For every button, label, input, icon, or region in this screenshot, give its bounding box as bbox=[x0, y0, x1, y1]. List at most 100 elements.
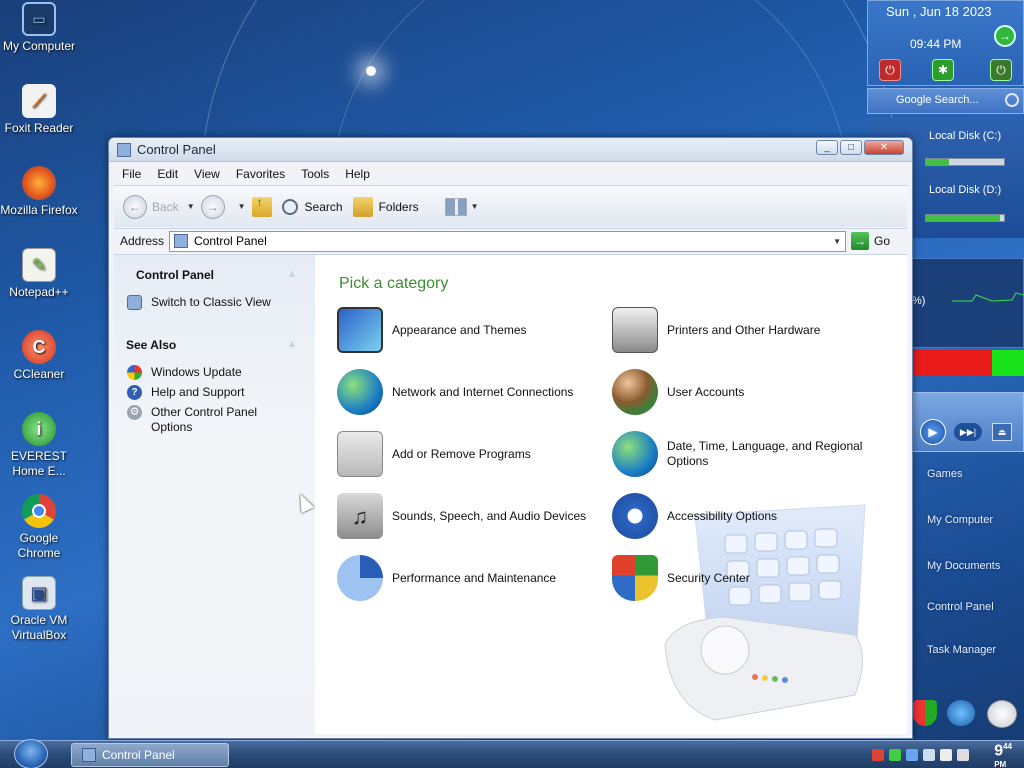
up-folder-button[interactable]: ↑ bbox=[251, 195, 272, 217]
launcher-item-my-documents[interactable]: My Documents bbox=[927, 560, 1000, 572]
desktop-icon-label: CCleaner bbox=[13, 367, 65, 381]
address-label: Address bbox=[120, 234, 165, 248]
category-printers-hardware[interactable]: Printers and Other Hardware bbox=[612, 307, 820, 353]
play-button[interactable]: ▶ bbox=[920, 419, 946, 445]
switch-classic-view-link[interactable]: Switch to Classic View bbox=[127, 295, 271, 310]
launcher-item-games[interactable]: Games bbox=[927, 468, 962, 480]
category-accessibility[interactable]: Accessibility Options bbox=[612, 493, 777, 539]
google-search-input[interactable]: Google Search... bbox=[896, 94, 979, 106]
pick-category-heading: Pick a category bbox=[339, 275, 449, 292]
forward-arrow-icon: → bbox=[200, 194, 225, 219]
search-button[interactable]: Search bbox=[281, 198, 343, 215]
back-dropdown-icon[interactable]: ▼ bbox=[187, 202, 195, 211]
search-label: Search bbox=[304, 199, 343, 214]
google-search-gadget[interactable]: Google Search... bbox=[867, 88, 1024, 114]
network-tray-icon[interactable] bbox=[947, 700, 975, 726]
category-date-time-language[interactable]: Date, Time, Language, and Regional Optio… bbox=[612, 431, 882, 477]
desktop-icon-label: Mozilla Firefox bbox=[0, 203, 78, 217]
category-label: Sounds, Speech, and Audio Devices bbox=[392, 508, 587, 523]
launcher-item-task-manager[interactable]: Task Manager bbox=[927, 644, 996, 656]
desktop-icon-my-computer[interactable]: ▭ My Computer bbox=[0, 2, 78, 54]
sidebar-date: Sun , Jun 18 2023 bbox=[886, 4, 992, 19]
address-field[interactable]: Control Panel ▼ bbox=[169, 230, 847, 252]
arrow-right-icon[interactable]: → bbox=[994, 25, 1016, 47]
category-security-center[interactable]: Security Center bbox=[612, 555, 750, 601]
start-button[interactable] bbox=[14, 739, 48, 768]
views-button[interactable]: ▼ bbox=[444, 197, 485, 216]
address-bar: Address Control Panel ▼ → Go bbox=[114, 228, 907, 253]
desktop-icon-everest[interactable]: i EVEREST Home E... bbox=[0, 412, 78, 479]
menu-edit[interactable]: Edit bbox=[149, 167, 186, 181]
go-button[interactable]: → Go bbox=[851, 232, 890, 250]
forward-dropdown-icon[interactable]: ▼ bbox=[238, 202, 246, 211]
windows-update-label: Windows Update bbox=[151, 365, 242, 379]
users-icon bbox=[612, 369, 658, 415]
shield-tray-icon[interactable] bbox=[872, 749, 884, 761]
desktop-icon-chrome[interactable]: Google Chrome bbox=[0, 494, 78, 561]
windows-update-icon bbox=[127, 365, 142, 380]
disk-c-label: Local Disk (C:) bbox=[929, 130, 1002, 142]
menu-help[interactable]: Help bbox=[337, 167, 378, 181]
desktop-icon-label: Google Chrome bbox=[17, 531, 61, 560]
category-sounds-speech-audio[interactable]: ♫ Sounds, Speech, and Audio Devices bbox=[337, 493, 586, 539]
go-arrow-icon: → bbox=[851, 232, 870, 250]
other-options-link[interactable]: ⚙ Other Control Panel Options bbox=[127, 405, 297, 435]
help-support-label: Help and Support bbox=[151, 385, 245, 399]
speaker-tray-icon[interactable] bbox=[987, 700, 1017, 728]
menu-tools[interactable]: Tools bbox=[293, 167, 337, 181]
help-support-link[interactable]: ? Help and Support bbox=[127, 385, 244, 400]
minimize-button[interactable]: _ bbox=[816, 140, 838, 155]
category-appearance-themes[interactable]: Appearance and Themes bbox=[337, 307, 527, 353]
menu-file[interactable]: File bbox=[114, 167, 149, 181]
collapse-icon[interactable]: ▴ bbox=[289, 336, 295, 350]
shutdown-icon[interactable]: ⏻ bbox=[879, 59, 901, 81]
volume-tray-icon[interactable] bbox=[940, 749, 952, 761]
task-pane: Control Panel ▴ Switch to Classic View S… bbox=[114, 254, 315, 734]
views-dropdown-icon[interactable]: ▼ bbox=[471, 202, 479, 211]
windows-update-link[interactable]: Windows Update bbox=[127, 365, 242, 380]
eject-button[interactable]: ⏏ bbox=[992, 423, 1012, 441]
search-icon[interactable] bbox=[1005, 93, 1019, 107]
category-user-accounts[interactable]: User Accounts bbox=[612, 369, 744, 415]
forward-button[interactable]: → bbox=[200, 194, 230, 219]
desktop-icon-notepad-plus[interactable]: ✎ Notepad++ bbox=[0, 248, 78, 300]
category-network-internet[interactable]: Network and Internet Connections bbox=[337, 369, 573, 415]
taskbar-item-label: Control Panel bbox=[102, 748, 175, 762]
virtualbox-icon: ▣ bbox=[22, 576, 56, 610]
folders-button[interactable]: Folders bbox=[352, 196, 419, 217]
security-center-tray-icon[interactable] bbox=[913, 700, 937, 726]
launcher-item-control-panel[interactable]: Control Panel bbox=[927, 601, 994, 613]
collapse-icon[interactable]: ▴ bbox=[289, 266, 295, 280]
desktop-icon-label: Oracle VM VirtualBox bbox=[10, 613, 68, 642]
restart-icon[interactable]: ✱ bbox=[932, 59, 954, 81]
maximize-button[interactable]: □ bbox=[840, 140, 862, 155]
title-bar[interactable]: Control Panel bbox=[109, 138, 912, 162]
shield-icon bbox=[612, 555, 658, 601]
category-performance-maintenance[interactable]: Performance and Maintenance bbox=[337, 555, 556, 601]
monitor-tray-icon[interactable] bbox=[906, 749, 918, 761]
taskbar-item-control-panel[interactable]: Control Panel bbox=[71, 743, 229, 767]
up-folder-icon: ↑ bbox=[251, 195, 272, 217]
desktop-icon-ccleaner[interactable]: C CCleaner bbox=[0, 330, 78, 382]
desktop-icon-virtualbox[interactable]: ▣ Oracle VM VirtualBox bbox=[0, 576, 78, 643]
keyboard-tray-icon[interactable] bbox=[923, 749, 935, 761]
menu-favorites[interactable]: Favorites bbox=[228, 167, 293, 181]
other-options-label: Other Control Panel Options bbox=[151, 405, 258, 434]
window-title: Control Panel bbox=[137, 142, 216, 157]
taskbar-clock[interactable]: 944 PM bbox=[994, 742, 1012, 768]
address-dropdown-icon[interactable]: ▼ bbox=[833, 237, 841, 246]
launcher-item-my-computer[interactable]: My Computer bbox=[927, 514, 993, 526]
logoff-icon[interactable]: ⏻ bbox=[990, 59, 1012, 81]
desktop-icon-firefox[interactable]: Mozilla Firefox bbox=[0, 166, 78, 218]
menu-bar: File Edit View Favorites Tools Help bbox=[114, 164, 907, 184]
next-button[interactable]: ▶▶| bbox=[954, 423, 982, 441]
network-tray-icon[interactable] bbox=[889, 749, 901, 761]
app-tray-icon[interactable] bbox=[957, 749, 969, 761]
desktop-icon-foxit-reader[interactable]: ⟋ Foxit Reader bbox=[0, 84, 78, 136]
back-button[interactable]: ← Back bbox=[123, 194, 179, 219]
appearance-themes-icon bbox=[337, 307, 383, 353]
views-icon bbox=[444, 197, 467, 216]
menu-view[interactable]: View bbox=[186, 167, 228, 181]
close-button[interactable]: ✕ bbox=[864, 140, 904, 155]
category-add-remove-programs[interactable]: Add or Remove Programs bbox=[337, 431, 531, 477]
